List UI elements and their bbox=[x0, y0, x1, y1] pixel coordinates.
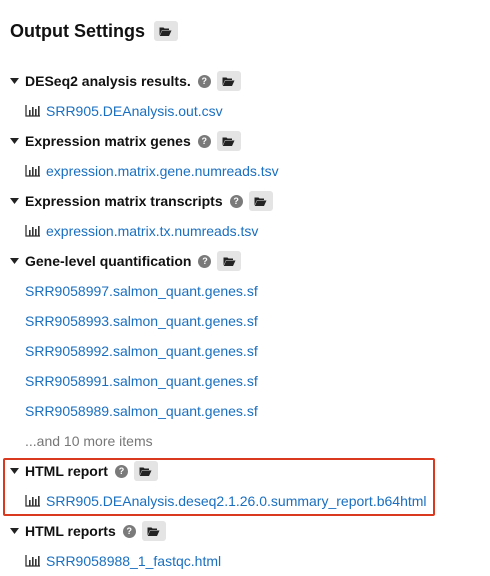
file-row: SRR9058992.salmon_quant.genes.sf bbox=[25, 341, 258, 361]
bar-chart-icon bbox=[25, 555, 40, 567]
file-link[interactable]: expression.matrix.tx.numreads.tsv bbox=[46, 223, 258, 239]
page-header: Output Settings bbox=[10, 19, 178, 43]
bar-chart-icon bbox=[25, 105, 40, 117]
file-row: SRR9058993.salmon_quant.genes.sf bbox=[25, 311, 258, 331]
help-icon[interactable]: ? bbox=[198, 254, 212, 268]
file-link[interactable]: SRR9058992.salmon_quant.genes.sf bbox=[25, 343, 258, 359]
caret-down-icon[interactable] bbox=[8, 258, 20, 264]
file-link[interactable]: SRR905.DEAnalysis.deseq2.1.26.0.summary_… bbox=[46, 493, 427, 509]
folder-open-icon[interactable] bbox=[133, 461, 158, 481]
section-title: Gene-level quantification bbox=[25, 253, 192, 269]
page-title: Output Settings bbox=[10, 20, 145, 41]
section-gene-level-quantification: Gene-level quantification ? bbox=[8, 251, 242, 271]
file-link[interactable]: SRR9058993.salmon_quant.genes.sf bbox=[25, 313, 258, 329]
file-row: SRR905.DEAnalysis.out.csv bbox=[25, 101, 223, 121]
bar-chart-icon bbox=[25, 495, 40, 507]
bar-chart-icon bbox=[25, 225, 40, 237]
section-title: Expression matrix transcripts bbox=[25, 193, 223, 209]
caret-down-icon[interactable] bbox=[8, 138, 20, 144]
section-expression-matrix-genes: Expression matrix genes ? bbox=[8, 131, 241, 151]
help-icon[interactable]: ? bbox=[197, 134, 211, 148]
section-title: Expression matrix genes bbox=[25, 133, 191, 149]
file-link[interactable]: SRR9058988_1_fastqc.html bbox=[46, 553, 221, 569]
caret-down-icon[interactable] bbox=[8, 198, 20, 204]
file-row: expression.matrix.tx.numreads.tsv bbox=[25, 221, 258, 241]
file-link[interactable]: SRR905.DEAnalysis.out.csv bbox=[46, 103, 223, 119]
file-row: SRR9058991.salmon_quant.genes.sf bbox=[25, 371, 258, 391]
section-title: DESeq2 analysis results. bbox=[25, 73, 191, 89]
file-link[interactable]: expression.matrix.gene.numreads.tsv bbox=[46, 163, 279, 179]
help-icon[interactable]: ? bbox=[229, 194, 243, 208]
section-html-report: HTML report ? bbox=[8, 461, 158, 481]
section-deseq2-results: DESeq2 analysis results. ? bbox=[8, 71, 241, 91]
folder-open-icon[interactable] bbox=[216, 71, 241, 91]
folder-open-icon[interactable] bbox=[248, 191, 273, 211]
caret-down-icon[interactable] bbox=[8, 528, 20, 534]
file-row: SRR905.DEAnalysis.deseq2.1.26.0.summary_… bbox=[25, 491, 427, 511]
more-items-row: ...and 10 more items bbox=[25, 431, 153, 451]
help-icon[interactable]: ? bbox=[197, 74, 211, 88]
section-html-reports: HTML reports ? bbox=[8, 521, 166, 541]
file-link[interactable]: SRR9058991.salmon_quant.genes.sf bbox=[25, 373, 258, 389]
help-icon[interactable]: ? bbox=[122, 524, 136, 538]
folder-open-icon[interactable] bbox=[141, 521, 166, 541]
caret-down-icon[interactable] bbox=[8, 78, 20, 84]
file-row: SRR9058989.salmon_quant.genes.sf bbox=[25, 401, 258, 421]
file-row: expression.matrix.gene.numreads.tsv bbox=[25, 161, 279, 181]
section-title: HTML reports bbox=[25, 523, 116, 539]
folder-open-icon[interactable] bbox=[153, 21, 178, 41]
help-icon[interactable]: ? bbox=[114, 464, 128, 478]
file-link[interactable]: SRR9058989.salmon_quant.genes.sf bbox=[25, 403, 258, 419]
more-items-label[interactable]: ...and 10 more items bbox=[25, 433, 153, 449]
file-row: SRR9058997.salmon_quant.genes.sf bbox=[25, 281, 258, 301]
caret-down-icon[interactable] bbox=[8, 468, 20, 474]
section-title: HTML report bbox=[25, 463, 108, 479]
file-link[interactable]: SRR9058997.salmon_quant.genes.sf bbox=[25, 283, 258, 299]
file-row: SRR9058988_1_fastqc.html bbox=[25, 551, 221, 571]
folder-open-icon[interactable] bbox=[216, 131, 241, 151]
bar-chart-icon bbox=[25, 165, 40, 177]
section-expression-matrix-transcripts: Expression matrix transcripts ? bbox=[8, 191, 273, 211]
folder-open-icon[interactable] bbox=[217, 251, 242, 271]
